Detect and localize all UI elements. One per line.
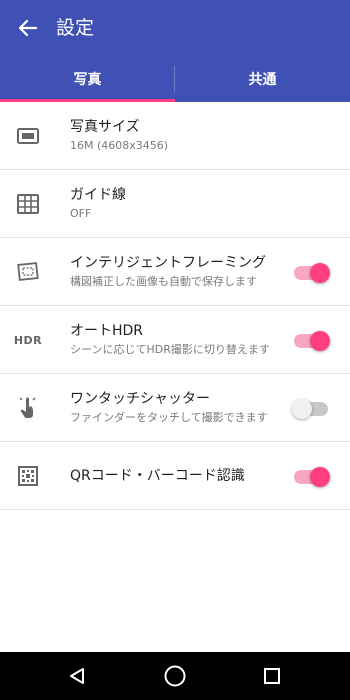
nav-recents-icon [264, 668, 280, 684]
setting-description: ファインダーをタッチして撮影できます [70, 411, 268, 424]
tab-divider [174, 66, 175, 92]
framing-icon [16, 260, 40, 284]
hdr-toggle[interactable] [294, 329, 330, 351]
setting-description: 構図補正した画像も自動で保存します [70, 275, 257, 288]
nav-recents-button[interactable] [258, 662, 286, 690]
tab-bar: 写真 共通 [0, 56, 350, 102]
page-title: 設定 [56, 17, 95, 39]
toggle-knob [310, 331, 330, 351]
tab-common-label: 共通 [248, 72, 277, 88]
setting-title: 写真サイズ [70, 119, 140, 135]
tab-photo-label: 写真 [73, 72, 102, 88]
setting-value: 16M (4608x3456) [70, 139, 169, 152]
setting-title: インテリジェントフレーミング [70, 255, 266, 271]
nav-home-icon [164, 665, 186, 687]
setting-title: ガイド線 [70, 187, 126, 203]
setting-one-touch-shutter[interactable]: ワンタッチシャッター ファインダーをタッチして撮影できます [0, 374, 350, 442]
settings-list: 写真サイズ 16M (4608x3456) ガイド線 OFF インテリジェントフ… [0, 102, 350, 510]
arrow-back-icon [18, 19, 38, 37]
setting-title: ワンタッチシャッター [70, 391, 210, 407]
aspect-ratio-icon [16, 124, 40, 148]
system-navigation-bar [0, 652, 350, 700]
nav-home-button[interactable] [161, 662, 189, 690]
nav-back-button[interactable] [63, 662, 91, 690]
hdr-icon: HDR [13, 328, 43, 352]
setting-value: OFF [70, 207, 92, 220]
setting-title: QRコード・バーコード認識 [70, 468, 245, 484]
toggle-knob [292, 399, 312, 419]
app-bar: 設定 [0, 0, 350, 56]
tab-common[interactable]: 共通 [175, 56, 350, 102]
tab-photo[interactable]: 写真 [0, 56, 175, 102]
setting-title: オートHDR [70, 323, 144, 339]
setting-description: シーンに応じてHDR撮影に切り替えます [70, 343, 270, 356]
framing-toggle[interactable] [294, 261, 330, 283]
touch-icon [16, 396, 40, 420]
setting-guide-lines[interactable]: ガイド線 OFF [0, 170, 350, 238]
nav-back-icon [70, 668, 84, 684]
qr-toggle[interactable] [294, 465, 330, 487]
setting-qr-code[interactable]: QRコード・バーコード認識 [0, 442, 350, 510]
setting-intelligent-framing[interactable]: インテリジェントフレーミング 構図補正した画像も自動で保存します [0, 238, 350, 306]
setting-photo-size[interactable]: 写真サイズ 16M (4608x3456) [0, 102, 350, 170]
toggle-knob [310, 263, 330, 283]
one-touch-toggle[interactable] [292, 397, 330, 419]
back-button[interactable] [14, 14, 42, 42]
hdr-icon-text: HDR [13, 333, 43, 347]
qr-code-icon [16, 464, 40, 488]
grid-lines-icon [16, 192, 40, 216]
toggle-knob [310, 467, 330, 487]
setting-auto-hdr[interactable]: HDR オートHDR シーンに応じてHDR撮影に切り替えます [0, 306, 350, 374]
